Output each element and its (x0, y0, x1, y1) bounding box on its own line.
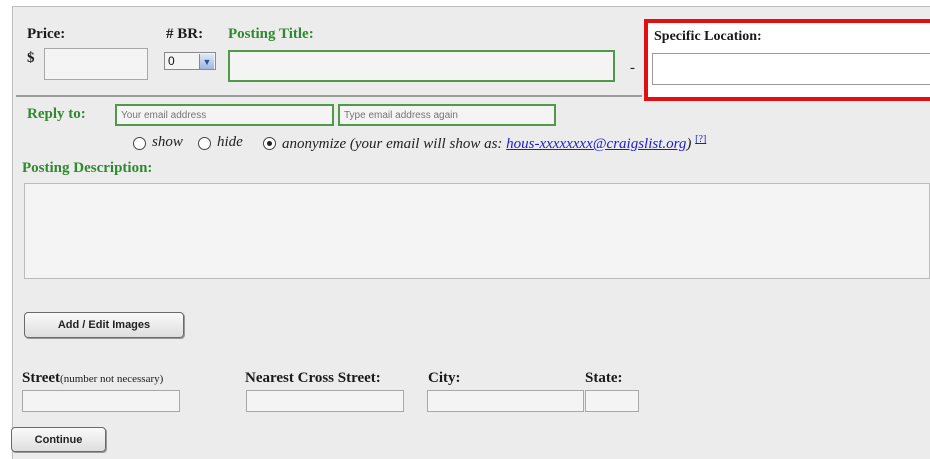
price-label: Price: (27, 26, 66, 42)
price-input[interactable] (44, 48, 148, 80)
help-link[interactable]: [?] (695, 134, 706, 145)
br-select[interactable]: 0 ▼ (164, 52, 216, 70)
radio-anonymize[interactable] (263, 137, 276, 150)
chevron-down-icon: ▼ (199, 54, 214, 69)
state-label: State: (585, 370, 623, 386)
currency-symbol: $ (27, 50, 35, 66)
street-note: (number not necessary) (60, 373, 164, 385)
add-edit-images-button[interactable]: Add / Edit Images (24, 312, 184, 338)
posting-description-textarea[interactable] (24, 183, 930, 279)
section-divider (16, 95, 642, 97)
posting-description-label: Posting Description: (22, 160, 153, 176)
radio-anonymize-label: anonymize (282, 136, 347, 152)
anonymize-note-prefix: (your email will show as: (349, 136, 503, 152)
br-label: # BR: (166, 26, 204, 42)
specific-location-label: Specific Location: (654, 29, 762, 44)
posting-title-input[interactable] (228, 50, 615, 82)
radio-hide[interactable] (198, 137, 211, 150)
anonymize-note-suffix: ) (686, 136, 692, 152)
radio-show-label: show (152, 134, 183, 150)
anonymized-email-link[interactable]: hous-xxxxxxxx@craigslist.org (506, 136, 686, 152)
street-input[interactable] (22, 390, 180, 412)
cross-street-label: Nearest Cross Street: (245, 370, 381, 386)
cross-street-input[interactable] (246, 390, 404, 412)
street-label-group: Street(number not necessary) (22, 370, 163, 387)
email-confirm-input[interactable] (338, 104, 556, 126)
br-select-value: 0 (168, 54, 175, 68)
reply-to-label: Reply to: (27, 106, 86, 122)
posting-title-label: Posting Title: (228, 26, 314, 42)
email-input[interactable] (115, 104, 334, 126)
street-label: Street (22, 370, 61, 386)
state-input[interactable] (585, 390, 639, 412)
specific-location-highlight: Specific Location: (644, 19, 930, 101)
title-location-separator: - (630, 60, 635, 76)
specific-location-input[interactable] (652, 53, 930, 85)
city-input[interactable] (427, 390, 584, 412)
city-label: City: (428, 370, 461, 386)
radio-show[interactable] (133, 137, 146, 150)
radio-hide-label: hide (217, 134, 243, 150)
continue-button[interactable]: Continue (11, 427, 106, 452)
anonymize-option-text: anonymize (your email will show as: hous… (282, 134, 706, 153)
